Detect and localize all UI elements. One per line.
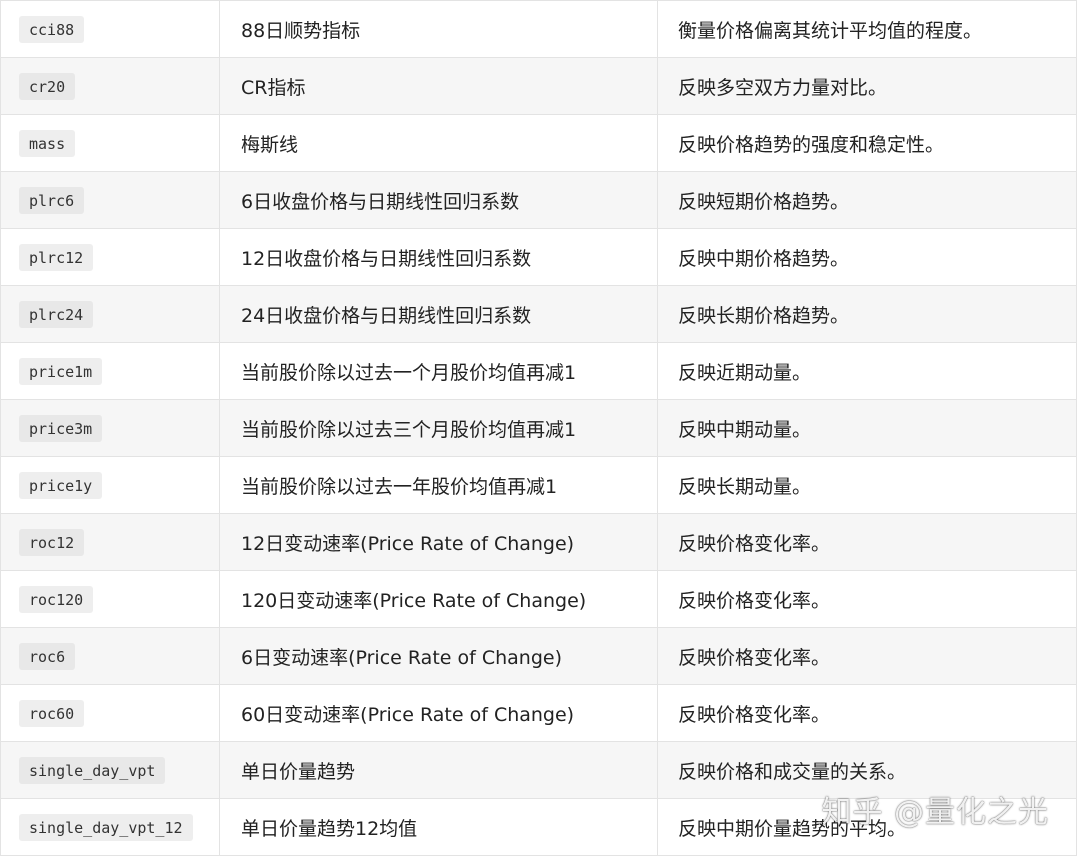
factor-description: 88日顺势指标 — [219, 0, 658, 58]
factor-code: cr20 — [19, 72, 76, 100]
factor-code: price1m — [19, 357, 103, 385]
factor-code: single_day_vpt_12 — [19, 813, 193, 841]
factor-code: roc12 — [19, 528, 85, 556]
factor-code: plrc6 — [19, 186, 85, 214]
factor-name-cell: roc120 — [0, 570, 220, 628]
factor-code: price3m — [19, 414, 103, 442]
factor-meaning: 反映价格趋势的强度和稳定性。 — [657, 114, 1077, 172]
table-row: roc60 60日变动速率(Price Rate of Change) 反映价格… — [0, 684, 1077, 742]
table-row: cci88 88日顺势指标 衡量价格偏离其统计平均值的程度。 — [0, 0, 1077, 58]
factor-table: cci88 88日顺势指标 衡量价格偏离其统计平均值的程度。 cr20 CR指标… — [0, 0, 1077, 856]
table-row: single_day_vpt 单日价量趋势 反映价格和成交量的关系。 — [0, 741, 1077, 799]
table-row: plrc24 24日收盘价格与日期线性回归系数 反映长期价格趋势。 — [0, 285, 1077, 343]
factor-code: roc6 — [19, 642, 76, 670]
factor-code: cci88 — [19, 15, 85, 43]
factor-name-cell: plrc6 — [0, 171, 220, 229]
factor-meaning: 反映中期价量趋势的平均。 — [657, 798, 1077, 856]
factor-name-cell: roc12 — [0, 513, 220, 571]
table-row: price1m 当前股价除以过去一个月股价均值再减1 反映近期动量。 — [0, 342, 1077, 400]
factor-name-cell: plrc24 — [0, 285, 220, 343]
factor-name-cell: price1m — [0, 342, 220, 400]
factor-description: 120日变动速率(Price Rate of Change) — [219, 570, 658, 628]
factor-code: plrc24 — [19, 300, 94, 328]
factor-description: 当前股价除以过去三个月股价均值再减1 — [219, 399, 658, 457]
factor-meaning: 反映价格变化率。 — [657, 627, 1077, 685]
factor-code: roc60 — [19, 699, 85, 727]
factor-description: 6日收盘价格与日期线性回归系数 — [219, 171, 658, 229]
factor-meaning: 反映近期动量。 — [657, 342, 1077, 400]
factor-description: 6日变动速率(Price Rate of Change) — [219, 627, 658, 685]
factor-code: roc120 — [19, 585, 94, 613]
factor-description: 梅斯线 — [219, 114, 658, 172]
factor-description: 当前股价除以过去一年股价均值再减1 — [219, 456, 658, 514]
table-row: plrc12 12日收盘价格与日期线性回归系数 反映中期价格趋势。 — [0, 228, 1077, 286]
factor-description: CR指标 — [219, 57, 658, 115]
factor-description: 24日收盘价格与日期线性回归系数 — [219, 285, 658, 343]
factor-description: 12日收盘价格与日期线性回归系数 — [219, 228, 658, 286]
factor-description: 单日价量趋势 — [219, 741, 658, 799]
factor-name-cell: plrc12 — [0, 228, 220, 286]
table-row: price1y 当前股价除以过去一年股价均值再减1 反映长期动量。 — [0, 456, 1077, 514]
table-row: price3m 当前股价除以过去三个月股价均值再减1 反映中期动量。 — [0, 399, 1077, 457]
table-row: mass 梅斯线 反映价格趋势的强度和稳定性。 — [0, 114, 1077, 172]
table-row: plrc6 6日收盘价格与日期线性回归系数 反映短期价格趋势。 — [0, 171, 1077, 229]
factor-code: price1y — [19, 471, 103, 499]
factor-meaning: 反映价格变化率。 — [657, 570, 1077, 628]
table-row: single_day_vpt_12 单日价量趋势12均值 反映中期价量趋势的平均… — [0, 798, 1077, 856]
factor-name-cell: single_day_vpt_12 — [0, 798, 220, 856]
factor-meaning: 反映多空双方力量对比。 — [657, 57, 1077, 115]
factor-code: single_day_vpt — [19, 756, 166, 784]
factor-meaning: 反映中期价格趋势。 — [657, 228, 1077, 286]
factor-name-cell: cci88 — [0, 0, 220, 58]
factor-meaning: 反映价格变化率。 — [657, 684, 1077, 742]
table-row: roc12 12日变动速率(Price Rate of Change) 反映价格… — [0, 513, 1077, 571]
factor-name-cell: price1y — [0, 456, 220, 514]
factor-name-cell: roc60 — [0, 684, 220, 742]
factor-name-cell: roc6 — [0, 627, 220, 685]
table-row: roc120 120日变动速率(Price Rate of Change) 反映… — [0, 570, 1077, 628]
factor-meaning: 反映价格变化率。 — [657, 513, 1077, 571]
factor-meaning: 反映价格和成交量的关系。 — [657, 741, 1077, 799]
table-row: cr20 CR指标 反映多空双方力量对比。 — [0, 57, 1077, 115]
factor-name-cell: mass — [0, 114, 220, 172]
factor-description: 60日变动速率(Price Rate of Change) — [219, 684, 658, 742]
table-row: roc6 6日变动速率(Price Rate of Change) 反映价格变化… — [0, 627, 1077, 685]
factor-meaning: 反映长期动量。 — [657, 456, 1077, 514]
factor-meaning: 反映长期价格趋势。 — [657, 285, 1077, 343]
factor-description: 单日价量趋势12均值 — [219, 798, 658, 856]
factor-name-cell: cr20 — [0, 57, 220, 115]
factor-code: plrc12 — [19, 243, 94, 271]
factor-meaning: 反映中期动量。 — [657, 399, 1077, 457]
factor-description: 当前股价除以过去一个月股价均值再减1 — [219, 342, 658, 400]
factor-meaning: 衡量价格偏离其统计平均值的程度。 — [657, 0, 1077, 58]
factor-name-cell: single_day_vpt — [0, 741, 220, 799]
factor-name-cell: price3m — [0, 399, 220, 457]
factor-code: mass — [19, 129, 76, 157]
factor-description: 12日变动速率(Price Rate of Change) — [219, 513, 658, 571]
factor-meaning: 反映短期价格趋势。 — [657, 171, 1077, 229]
